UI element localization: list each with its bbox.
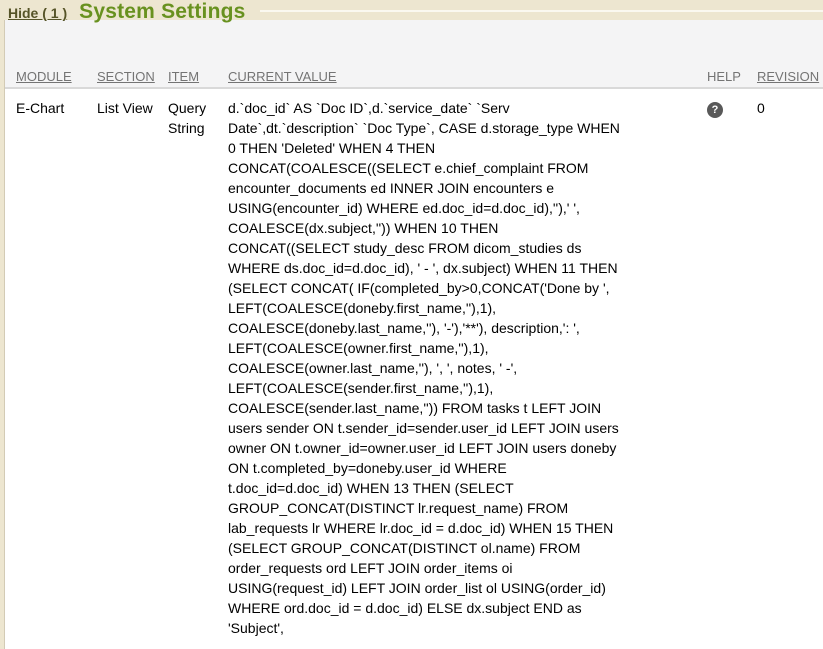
column-header-help: HELP [703, 69, 752, 84]
settings-panel: MODULE SECTION ITEM CURRENT VALUE HELP R… [4, 20, 823, 649]
revision-cell: 0 [752, 98, 823, 118]
help-cell: ? [703, 98, 752, 118]
column-header-current-value-label[interactable]: CURRENT VALUE [228, 69, 337, 84]
item-cell: Query String [168, 98, 228, 138]
current-value-cell: d.`doc_id` AS `Doc ID`,d.`service_date` … [228, 98, 703, 638]
table-header-row: MODULE SECTION ITEM CURRENT VALUE HELP R… [5, 20, 823, 89]
module-cell: E-Chart [5, 98, 97, 118]
page-legend: Hide ( 1 ) System Settings [8, 0, 246, 24]
column-header-current-value[interactable]: CURRENT VALUE [228, 69, 703, 84]
column-header-item-label[interactable]: ITEM [168, 69, 199, 84]
column-header-revision-label[interactable]: REVISION [757, 69, 819, 84]
page-title: System Settings [79, 0, 245, 24]
column-header-item[interactable]: ITEM [168, 69, 228, 84]
settings-row: E-Chart List View Query String d.`doc_id… [5, 89, 823, 638]
hide-link[interactable]: Hide ( 1 ) [8, 5, 67, 21]
column-header-help-label: HELP [707, 69, 741, 84]
column-header-module[interactable]: MODULE [5, 69, 97, 84]
table-body: E-Chart List View Query String d.`doc_id… [5, 89, 823, 649]
column-header-module-label[interactable]: MODULE [16, 69, 72, 84]
section-cell: List View [97, 98, 168, 118]
system-settings-page: Hide ( 1 ) System Settings MODULE SECTIO… [0, 0, 823, 649]
column-header-section-label[interactable]: SECTION [97, 69, 155, 84]
column-header-revision[interactable]: REVISION [752, 69, 823, 84]
question-circle-icon[interactable]: ? [707, 102, 723, 118]
fieldset-top-border [260, 10, 823, 12]
column-header-section[interactable]: SECTION [97, 69, 168, 84]
